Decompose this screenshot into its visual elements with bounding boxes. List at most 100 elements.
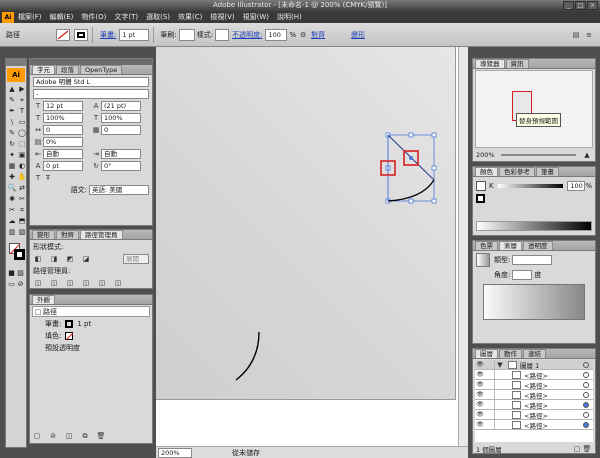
eye-icon[interactable]: 👁 bbox=[475, 361, 485, 368]
appearance-new-icon[interactable]: ▢ bbox=[32, 432, 42, 441]
fill-swatch[interactable] bbox=[56, 28, 70, 41]
intersect-icon[interactable]: ◩ bbox=[65, 255, 75, 263]
style-dropdown[interactable] bbox=[215, 28, 230, 41]
exclude-icon[interactable]: ◪ bbox=[81, 255, 91, 263]
strikethrough-icon[interactable]: Ŧ bbox=[43, 174, 53, 182]
tab-actions[interactable]: 動作 bbox=[499, 349, 522, 358]
color-spectrum-bar[interactable] bbox=[476, 221, 592, 231]
appearance-clear-icon[interactable]: ⊘ bbox=[48, 432, 58, 441]
vertical-scale-field[interactable]: 100% bbox=[101, 112, 141, 123]
color-stroke-proxy[interactable] bbox=[476, 194, 485, 203]
zoom-field[interactable]: 200% bbox=[158, 447, 192, 458]
scale-tool-icon[interactable]: ⬚ bbox=[17, 139, 27, 150]
tab-info[interactable]: 資訊 bbox=[505, 59, 529, 68]
screen-mode-icon[interactable]: ▭ bbox=[7, 279, 16, 290]
scissors-tool-icon[interactable]: ✂ bbox=[7, 205, 17, 216]
zoom-tool-icon[interactable]: 🔍 bbox=[7, 183, 17, 194]
transform-link[interactable]: 變形 bbox=[351, 30, 365, 40]
tab-transparency[interactable]: 透明度 bbox=[523, 241, 553, 250]
layer-row[interactable]: 👁 <路徑> bbox=[475, 400, 593, 410]
new-layer-icon[interactable]: ▢ bbox=[572, 445, 582, 453]
recolor-icon[interactable]: ⚙ bbox=[298, 31, 308, 39]
document-setup-icon[interactable]: ▤ bbox=[571, 31, 581, 39]
minimize-button[interactable]: _ bbox=[563, 1, 574, 10]
none-mode-icon[interactable]: ⊘ bbox=[16, 279, 25, 290]
language-dropdown[interactable]: 英語: 美國 bbox=[89, 184, 149, 195]
stroke-box[interactable] bbox=[14, 249, 25, 260]
graph-tool-icon[interactable]: ▣ bbox=[17, 150, 27, 161]
gradient-mode-icon[interactable]: ▨ bbox=[16, 268, 25, 279]
menu-effect[interactable]: 效果(C) bbox=[178, 12, 202, 22]
artwork-svg[interactable] bbox=[156, 47, 468, 446]
eye-icon[interactable]: 👁 bbox=[475, 381, 485, 388]
tab-pathfinder[interactable]: 路徑管理員 bbox=[80, 230, 123, 239]
tab-color[interactable]: 顏色 bbox=[475, 167, 498, 176]
free-transform-tool-icon[interactable]: ⬒ bbox=[17, 216, 27, 227]
tab-stroke[interactable]: 筆畫 bbox=[536, 167, 559, 176]
kerning-field[interactable]: 0 bbox=[43, 124, 83, 135]
color-k-field[interactable]: 100 bbox=[567, 181, 586, 191]
underline-icon[interactable]: T bbox=[33, 174, 43, 182]
gradient-type-dropdown[interactable] bbox=[512, 255, 553, 265]
menu-object[interactable]: 物件(O) bbox=[81, 12, 106, 22]
gradient-ramp[interactable] bbox=[483, 284, 585, 320]
navigator-zoom-in-icon[interactable]: ▲ bbox=[582, 151, 592, 159]
tab-color-guide[interactable]: 色彩參考 bbox=[499, 167, 535, 176]
leading-field[interactable]: (21 pt) bbox=[101, 100, 141, 111]
type-tool-icon[interactable]: T bbox=[17, 106, 27, 117]
target-icon[interactable] bbox=[583, 411, 589, 418]
tab-links[interactable]: 連結 bbox=[523, 349, 546, 358]
eye-icon[interactable]: 👁 bbox=[475, 411, 485, 418]
tab-navigator[interactable]: 導覽器 bbox=[475, 59, 505, 68]
tracking-field[interactable]: 0 bbox=[101, 124, 141, 135]
minus-back-icon[interactable]: ◫ bbox=[113, 279, 123, 287]
column-graph-tool-icon[interactable]: ▥ bbox=[7, 227, 17, 238]
brush-dropdown[interactable] bbox=[178, 28, 195, 41]
lasso-tool-icon[interactable]: ⌖ bbox=[17, 95, 27, 106]
appearance-stroke-swatch[interactable] bbox=[65, 319, 74, 328]
expand-triangle-icon[interactable]: ▼ bbox=[495, 361, 505, 369]
mesh-tool-icon[interactable]: ▦ bbox=[7, 161, 17, 172]
pen-tool-icon[interactable]: ✒ bbox=[7, 106, 17, 117]
horizontal-scale-field[interactable]: 100% bbox=[43, 112, 83, 123]
outline-icon[interactable]: ◫ bbox=[97, 279, 107, 287]
opacity-link[interactable]: 不透明度: bbox=[232, 30, 262, 40]
gradient-angle-field[interactable] bbox=[512, 269, 533, 280]
layer-row[interactable]: 👁 <路徑> bbox=[475, 420, 593, 430]
panel-menu-icon[interactable]: ≡ bbox=[584, 31, 594, 39]
trim-icon[interactable]: ◫ bbox=[49, 279, 59, 287]
close-button[interactable]: × bbox=[587, 1, 598, 10]
magic-wand-tool-icon[interactable]: ✎ bbox=[7, 95, 17, 106]
target-icon[interactable] bbox=[583, 381, 589, 388]
menu-file[interactable]: 檔案(F) bbox=[18, 12, 42, 22]
menu-window[interactable]: 視窗(W) bbox=[243, 12, 269, 22]
maximize-button[interactable]: □ bbox=[575, 1, 586, 10]
direct-selection-tool-icon[interactable]: ▶ bbox=[17, 84, 27, 95]
crop-tool-icon[interactable]: ⌗ bbox=[17, 205, 27, 216]
layer-row[interactable]: 👁 <路徑> bbox=[475, 410, 593, 420]
tab-paragraph[interactable]: 段落 bbox=[56, 65, 79, 74]
minus-front-icon[interactable]: ◨ bbox=[49, 255, 59, 263]
stroke-link[interactable]: 筆畫: bbox=[100, 30, 116, 40]
merge-icon[interactable]: ◫ bbox=[65, 279, 75, 287]
eye-icon[interactable]: 👁 bbox=[475, 421, 485, 428]
color-fill-proxy[interactable] bbox=[476, 181, 486, 191]
tab-appearance[interactable]: 外觀 bbox=[32, 295, 55, 304]
tab-transform[interactable]: 變形 bbox=[32, 230, 55, 239]
layer-row[interactable]: 👁 <路徑> bbox=[475, 390, 593, 400]
opacity-field[interactable]: 100 bbox=[265, 28, 288, 41]
aki-left-field[interactable]: 自動 bbox=[43, 148, 83, 159]
crop-icon[interactable]: ◫ bbox=[81, 279, 91, 287]
menu-select[interactable]: 選取(S) bbox=[146, 12, 170, 22]
tab-gradient[interactable]: 漸層 bbox=[499, 241, 522, 250]
align-link[interactable]: 對齊 bbox=[311, 30, 325, 40]
tab-align[interactable]: 對齊 bbox=[56, 230, 79, 239]
navigator-preview[interactable]: 替身預視範圍 bbox=[475, 70, 593, 148]
baseline-shift-field[interactable]: 0 pt bbox=[43, 160, 83, 171]
tab-swatches[interactable]: 色票 bbox=[475, 241, 498, 250]
hand-tool-icon[interactable]: ✋ bbox=[17, 172, 27, 183]
gradient-preview-swatch[interactable] bbox=[476, 253, 490, 267]
eyedropper-tool-icon[interactable]: ✚ bbox=[7, 172, 17, 183]
rectangle-tool-icon[interactable]: ▭ bbox=[17, 117, 27, 128]
swap-colors-icon[interactable]: ⇄ bbox=[17, 183, 27, 194]
